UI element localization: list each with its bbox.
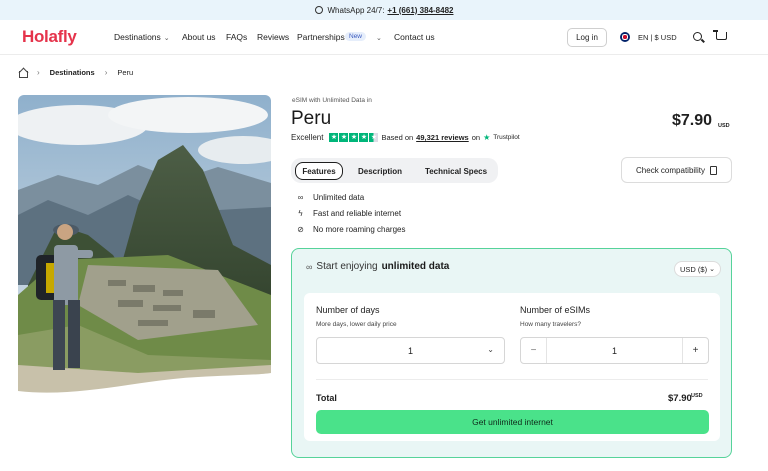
price-currency: USD xyxy=(718,123,730,129)
esims-value[interactable]: 1 xyxy=(612,346,617,356)
login-button[interactable]: Log in xyxy=(567,28,607,47)
chevron-down-icon: ⌄ xyxy=(163,35,170,42)
chevron-down-icon: ⌄ xyxy=(709,266,715,273)
on-label: on xyxy=(471,133,481,142)
no-roaming-icon: ⊘ xyxy=(297,225,304,234)
feature-item: ∞ Unlimited data xyxy=(296,193,365,202)
based-on-label: Based on xyxy=(381,133,414,142)
trustpilot-star-icon: ★ xyxy=(483,133,491,142)
nav-about[interactable]: About us xyxy=(182,32,216,42)
phone-check-icon xyxy=(709,165,717,175)
feature-label: No more roaming charges xyxy=(313,225,406,234)
days-select[interactable]: 1 ⌄ xyxy=(316,337,505,364)
partnerships-chevron-icon[interactable]: ⌄ xyxy=(373,32,382,42)
holafly-logo[interactable]: Holafly xyxy=(22,27,77,47)
currency-select-value: USD ($) xyxy=(680,264,708,274)
check-compatibility-button[interactable]: Check compatibility xyxy=(621,157,732,183)
half-star-icon: ★ xyxy=(369,133,379,142)
increment-button[interactable]: + xyxy=(682,338,708,363)
chevron-down-icon: ⌄ xyxy=(487,345,494,354)
flag-icon[interactable] xyxy=(620,32,630,42)
breadcrumb-separator: › xyxy=(104,68,108,77)
infinity-icon: ∞ xyxy=(297,193,304,202)
product-eyebrow: eSIM with Unlimited Data in xyxy=(292,97,372,104)
esims-stepper: − 1 + xyxy=(520,337,709,364)
product-tabs: Features Description Technical Specs xyxy=(291,158,498,183)
days-label: Number of days xyxy=(316,305,380,315)
cart-icon[interactable] xyxy=(713,30,727,40)
top-bar: WhatsApp 24/7: +1 (661) 384-8482 xyxy=(0,0,768,20)
decrement-button[interactable]: − xyxy=(521,338,547,363)
destination-image xyxy=(18,95,271,398)
whatsapp-phone-link[interactable]: +1 (661) 384-8482 xyxy=(387,6,453,15)
product-price: $7.90 xyxy=(672,112,713,129)
whatsapp-label: WhatsApp 24/7: xyxy=(327,5,385,15)
total-label: Total xyxy=(316,393,337,403)
plan-heading: ∞ Start enjoying unlimited data xyxy=(306,261,449,272)
esims-sublabel: How many travelers? xyxy=(520,321,582,328)
plan-card: ∞ Start enjoying unlimited data USD ($) … xyxy=(291,248,732,458)
nav-faqs[interactable]: FAQs xyxy=(226,32,247,42)
nav-partnerships[interactable]: Partnerships xyxy=(297,32,345,42)
star-icon: ★ xyxy=(359,133,369,142)
tab-description[interactable]: Description xyxy=(351,162,409,180)
currency-select[interactable]: USD ($) ⌄ xyxy=(674,261,721,277)
get-unlimited-internet-button[interactable]: Get unlimited internet xyxy=(316,410,709,434)
rating-label: Excellent xyxy=(291,133,324,142)
machu-picchu-illustration xyxy=(18,95,271,398)
main-nav: Holafly Destinations ⌄ About us FAQs Revi… xyxy=(0,20,768,55)
trustpilot-stars: ★ ★ ★ ★ ★ xyxy=(329,133,379,142)
tab-technical-specs[interactable]: Technical Specs xyxy=(419,162,493,180)
feature-item: ⊘ No more roaming charges xyxy=(296,225,405,234)
plan-selector-panel: Number of days More days, lower daily pr… xyxy=(304,293,720,441)
total-price: $7.90 xyxy=(668,393,692,404)
new-badge: New xyxy=(345,32,367,41)
star-icon: ★ xyxy=(329,133,339,142)
search-icon[interactable] xyxy=(693,32,702,41)
plan-heading-bold: unlimited data xyxy=(381,261,450,272)
esims-label: Number of eSIMs xyxy=(520,305,591,315)
breadcrumb-current: Peru xyxy=(117,68,134,77)
reviews-link[interactable]: 49,321 reviews xyxy=(416,133,469,142)
locale-selector[interactable]: EN | $ USD xyxy=(638,33,677,42)
star-icon: ★ xyxy=(349,133,359,142)
feature-label: Fast and reliable internet xyxy=(313,209,402,218)
trustpilot-logo: Trustpilot xyxy=(493,134,520,141)
whatsapp-icon xyxy=(314,6,323,14)
breadcrumb-destinations[interactable]: Destinations xyxy=(50,68,95,77)
bolt-icon: ϟ xyxy=(298,209,303,218)
infinity-icon: ∞ xyxy=(306,261,313,272)
days-sublabel: More days, lower daily price xyxy=(316,321,397,328)
breadcrumb: › Destinations › Peru xyxy=(18,68,134,78)
home-icon[interactable] xyxy=(18,68,28,78)
page-title: Peru xyxy=(291,108,332,129)
feature-item: ϟ Fast and reliable internet xyxy=(296,209,401,218)
days-select-value: 1 xyxy=(407,345,413,356)
check-compatibility-label: Check compatibility xyxy=(636,165,705,175)
nav-destinations-label: Destinations xyxy=(114,32,161,42)
plan-heading-prefix: Start enjoying xyxy=(316,261,378,272)
star-icon: ★ xyxy=(339,133,349,142)
breadcrumb-separator: › xyxy=(37,68,40,77)
total-currency: USD xyxy=(691,393,703,399)
divider xyxy=(316,379,708,380)
nav-contact[interactable]: Contact us xyxy=(394,32,435,42)
feature-label: Unlimited data xyxy=(313,193,365,202)
nav-destinations[interactable]: Destinations ⌄ xyxy=(114,32,170,42)
rating-row: Excellent ★ ★ ★ ★ ★ Based on 49,321 revi… xyxy=(291,133,520,142)
nav-reviews[interactable]: Reviews xyxy=(257,32,289,42)
tab-features[interactable]: Features xyxy=(295,162,343,180)
